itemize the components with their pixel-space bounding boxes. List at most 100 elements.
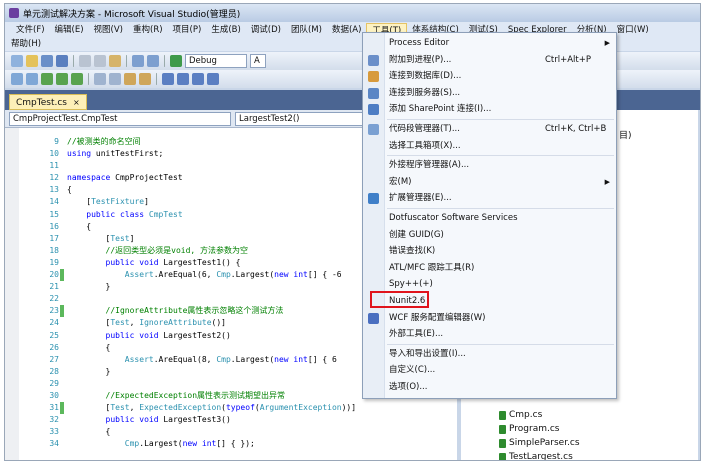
csharp-file-icon: [499, 410, 506, 420]
file-cmp-cs[interactable]: Cmp.cs: [499, 410, 542, 420]
tools-menu-item-3[interactable]: 连接到服务器(S)...: [363, 85, 616, 102]
code-text: Assert.AreEqual(6, Cmp.Largest(new int[]…: [124, 270, 342, 280]
menu-help[interactable]: 帮助(H): [11, 39, 41, 49]
menu-build[interactable]: 生成(B): [206, 23, 245, 37]
tools-menu-item-8[interactable]: 宏(M) ▶: [363, 174, 616, 191]
configuration-dropdown[interactable]: Debug: [185, 54, 247, 68]
menu-file[interactable]: 文件(F): [11, 23, 50, 37]
code-text: [Test, ExpectedException(typeof(Argument…: [67, 403, 357, 413]
redo-icon[interactable]: [147, 55, 159, 67]
line-number: 20: [49, 270, 59, 280]
toolbar-icon[interactable]: [11, 73, 23, 85]
tools-menu-item-11[interactable]: 创建 GUID(G): [363, 227, 616, 244]
platform-dropdown[interactable]: A: [250, 54, 266, 68]
toolbar-icon[interactable]: [192, 73, 204, 85]
tools-menu-item-7[interactable]: 外接程序管理器(A)...: [363, 157, 616, 174]
toolbar-icon[interactable]: [124, 73, 136, 85]
tools-menu-item-1[interactable]: 附加到进程(P)... Ctrl+Alt+P: [363, 52, 616, 69]
code-text: Cmp.Largest(new int[] { });: [124, 439, 255, 449]
menu-item-label: 连接到数据库(D)...: [389, 71, 462, 82]
file-simpleparser-cs[interactable]: SimpleParser.cs: [499, 438, 580, 448]
open-file-icon[interactable]: [26, 55, 38, 67]
menu-item-icon: [368, 312, 379, 324]
menu-debug[interactable]: 调试(D): [246, 23, 286, 37]
code-text: public void LargestTest1() {: [105, 257, 241, 267]
submenu-arrow-icon: ▶: [604, 39, 610, 47]
code-text: [Test]: [67, 233, 135, 243]
copy-icon[interactable]: [94, 55, 106, 67]
tools-menu-item-20[interactable]: 选项(O)...: [363, 379, 616, 396]
menu-item-label: 导入和导出设置(I)...: [389, 348, 466, 359]
window-title: 单元测试解决方案 - Microsoft Visual Studio(管理员): [23, 9, 241, 20]
line-number: 29: [49, 378, 59, 388]
change-marker: [60, 269, 64, 282]
toolbar-icon[interactable]: [94, 73, 106, 85]
line-number: 32: [49, 415, 59, 425]
tools-menu-item-6[interactable]: 选择工具箱项(X)...: [363, 138, 616, 155]
save-icon[interactable]: [41, 55, 53, 67]
toolbar-icon[interactable]: [41, 73, 53, 85]
start-debug-icon[interactable]: [170, 55, 182, 67]
line-number: 28: [49, 366, 59, 376]
save-all-icon[interactable]: [56, 55, 68, 67]
toolbar-icon[interactable]: [71, 73, 83, 85]
code-line[interactable]: 34 Cmp.Largest(new int[] { });: [19, 438, 457, 450]
paste-icon[interactable]: [109, 55, 121, 67]
undo-icon[interactable]: [132, 55, 144, 67]
menu-edit[interactable]: 编辑(E): [50, 23, 89, 37]
code-text: public void LargestTest2(): [105, 330, 231, 340]
toolbar-icon[interactable]: [207, 73, 219, 85]
tools-menu-item-4[interactable]: 添加 SharePoint 连接(I)...: [363, 101, 616, 118]
tools-menu-item-10[interactable]: Dotfuscator Software Services: [363, 210, 616, 227]
class-dropdown[interactable]: CmpProjectTest.CmpTest: [9, 112, 231, 126]
menu-view[interactable]: 视图(V): [89, 23, 128, 37]
file-program-cs[interactable]: Program.cs: [499, 424, 559, 434]
tools-menu-item-16[interactable]: WCF 服务配置编辑器(W): [363, 310, 616, 327]
menu-project[interactable]: 项目(P): [168, 23, 207, 37]
tools-menu-item-17[interactable]: 外部工具(E)...: [363, 326, 616, 343]
menu-item-icon: [368, 193, 379, 205]
file-testlargest-cs[interactable]: TestLargest.cs: [499, 452, 573, 460]
tools-menu-item-19[interactable]: 自定义(C)...: [363, 362, 616, 379]
code-text: //ExpectedException属性表示测试期望出异常: [105, 390, 286, 400]
close-icon[interactable]: ×: [73, 98, 80, 107]
code-text: }: [67, 366, 111, 376]
line-number: 16: [49, 221, 59, 231]
tools-menu-item-0[interactable]: Process Editor ▶: [363, 35, 616, 52]
toolbar-icon[interactable]: [162, 73, 174, 85]
toolbar-icon[interactable]: [109, 73, 121, 85]
menu-refactor[interactable]: 重构(R): [128, 23, 168, 37]
menu-item-icon: [368, 87, 379, 99]
code-line[interactable]: 31 [Test, ExpectedException(typeof(Argum…: [19, 402, 457, 415]
tools-menu-item-12[interactable]: 错误查找(K): [363, 243, 616, 260]
line-number: 21: [49, 282, 59, 292]
menu-item-label: Dotfuscator Software Services: [389, 213, 518, 223]
line-number: 18: [49, 245, 59, 255]
new-project-icon[interactable]: [11, 55, 23, 67]
menu-separator: [387, 119, 614, 120]
tools-menu-item-13[interactable]: ATL/MFC 跟踪工具(R): [363, 260, 616, 277]
tools-menu-item-5[interactable]: 代码段管理器(T)... Ctrl+K, Ctrl+B: [363, 121, 616, 138]
menu-item-label: 外接程序管理器(A)...: [389, 160, 470, 171]
code-line[interactable]: 32 public void LargestTest3(): [19, 414, 457, 426]
toolbar-separator: [164, 55, 165, 67]
class-dropdown-value: CmpProjectTest.CmpTest: [13, 114, 118, 124]
toolbar-icon[interactable]: [26, 73, 38, 85]
menu-data[interactable]: 数据(A): [327, 23, 366, 37]
cut-icon[interactable]: [79, 55, 91, 67]
toolbar-icon[interactable]: [56, 73, 68, 85]
tools-menu-item-9[interactable]: 扩展管理器(E)...: [363, 190, 616, 207]
tools-menu-item-18[interactable]: 导入和导出设置(I)...: [363, 346, 616, 363]
line-number: 26: [49, 342, 59, 352]
menu-team[interactable]: 团队(M): [286, 23, 327, 37]
tools-menu-item-2[interactable]: 连接到数据库(D)...: [363, 68, 616, 85]
menu-window[interactable]: 窗口(W): [612, 23, 654, 37]
csharp-file-icon: [499, 424, 506, 434]
code-line[interactable]: 33 {: [19, 426, 457, 438]
tab-cmptest-cs[interactable]: CmpTest.cs ×: [9, 94, 87, 110]
submenu-arrow-icon: ▶: [604, 177, 610, 186]
menu-item-label: 连接到服务器(S)...: [389, 87, 461, 98]
menu-item-icon: [368, 104, 379, 116]
toolbar-icon[interactable]: [139, 73, 151, 85]
toolbar-icon[interactable]: [177, 73, 189, 85]
